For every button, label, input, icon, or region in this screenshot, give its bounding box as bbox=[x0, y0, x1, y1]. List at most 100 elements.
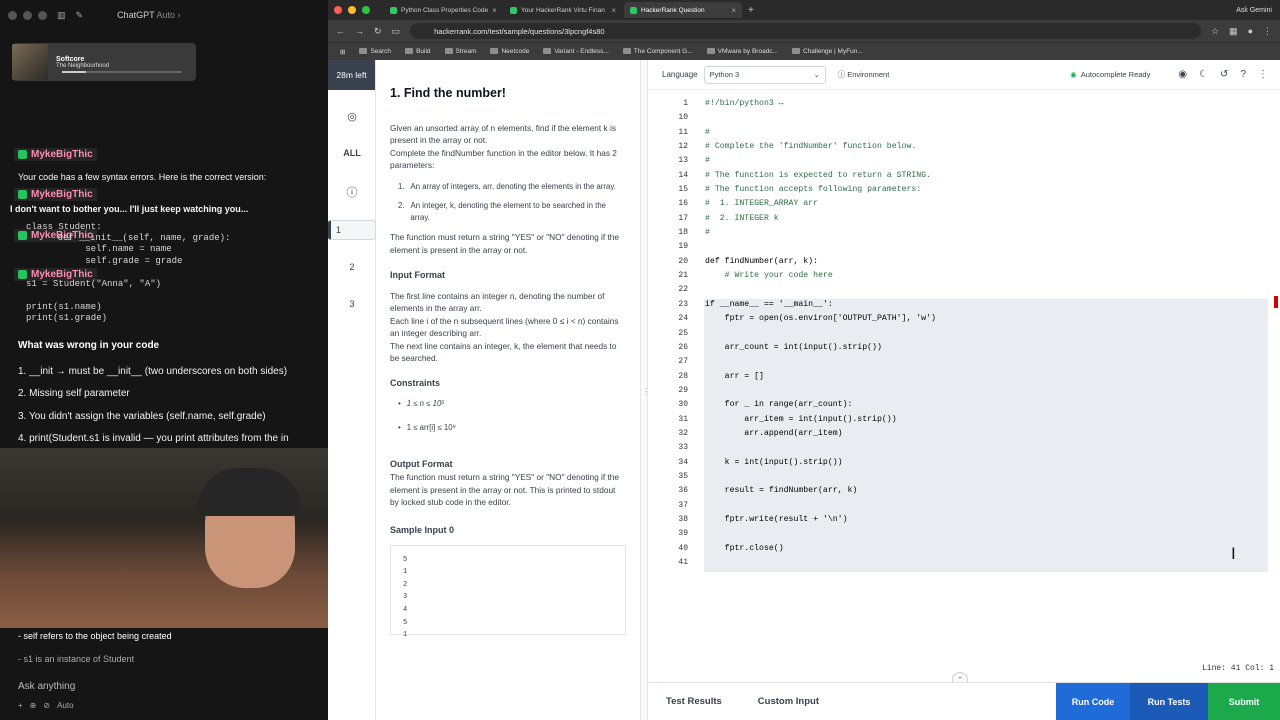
code-line[interactable]: 27 bbox=[648, 356, 1280, 370]
chatgpt-title[interactable]: ChatGPT Auto › bbox=[117, 10, 180, 20]
more-icon[interactable]: ⋮ bbox=[1258, 69, 1268, 80]
sidebar-toggle-icon[interactable]: ▭ bbox=[392, 26, 401, 37]
bookmark-item[interactable]: Build bbox=[405, 48, 431, 55]
back-icon[interactable]: ← bbox=[336, 26, 345, 36]
eye-icon[interactable]: ◉ bbox=[1178, 69, 1187, 80]
reset-icon[interactable]: ↺ bbox=[1220, 69, 1228, 80]
browser-tab[interactable]: Your HackerRank Virtu Finan × bbox=[504, 2, 622, 18]
apps-icon[interactable]: ⊞ bbox=[340, 48, 345, 56]
code-area[interactable]: 1 #!/bin/python3 ↔ 10 11 #12 # Complete the '… bbox=[648, 98, 1280, 572]
code-line[interactable]: 37 bbox=[648, 500, 1280, 514]
bookmark-item[interactable]: Neetcode bbox=[490, 48, 529, 55]
code-line[interactable]: 18 # bbox=[648, 227, 1280, 241]
code-line[interactable]: 24 fptr = open(os.environ['OUTPUT_PATH']… bbox=[648, 313, 1280, 327]
code-line[interactable]: 14 # The function is expected to return a… bbox=[648, 170, 1280, 184]
code-line[interactable]: 36 result = findNumber(arr, k) bbox=[648, 485, 1280, 499]
minimize-window-icon[interactable] bbox=[348, 6, 356, 14]
question-1[interactable]: 1 bbox=[328, 220, 376, 240]
code-line[interactable]: 1 #!/bin/python3 ↔ bbox=[648, 98, 1280, 112]
ask-input[interactable]: Ask anything bbox=[18, 681, 75, 692]
question-3[interactable]: 3 bbox=[328, 299, 376, 309]
code-line[interactable]: 28 arr = [] bbox=[648, 371, 1280, 385]
model-select[interactable]: Auto bbox=[57, 701, 73, 710]
autocomplete-status[interactable]: ◉ Autocomplete Ready bbox=[1070, 70, 1150, 79]
code-line[interactable]: 13 # bbox=[648, 155, 1280, 169]
bookmark-item[interactable]: Search bbox=[359, 48, 391, 55]
close-tab-icon[interactable]: × bbox=[731, 6, 736, 15]
window-controls[interactable] bbox=[334, 6, 370, 14]
url-field[interactable]: hackerrank.com/test/sample/questions/3lp… bbox=[410, 23, 1201, 39]
code-line[interactable]: 20 def findNumber(arr, k): bbox=[648, 256, 1280, 270]
code-line[interactable]: 34 k = int(input().strip()) bbox=[648, 457, 1280, 471]
code-line[interactable]: 30 for _ in range(arr_count): bbox=[648, 399, 1280, 413]
code-line[interactable]: 33 bbox=[648, 442, 1280, 456]
globe-icon[interactable]: ⊕ bbox=[30, 701, 37, 710]
code-line[interactable]: 10 bbox=[648, 112, 1280, 126]
menu-icon[interactable]: ⋮ bbox=[1263, 26, 1272, 37]
environment-link[interactable]: ⓘ Environment bbox=[838, 69, 890, 80]
bookmark-item[interactable]: VMware by Broadc... bbox=[706, 48, 778, 55]
code-line[interactable]: 15 # The function accepts following param… bbox=[648, 184, 1280, 198]
browser-tab[interactable]: Python Class Properties Code × bbox=[384, 2, 502, 18]
run-tests-button[interactable]: Run Tests bbox=[1130, 683, 1208, 720]
help-icon[interactable]: ? bbox=[1240, 69, 1246, 80]
info-icon[interactable]: ⓘ bbox=[328, 184, 376, 200]
close-tab-icon[interactable]: × bbox=[611, 6, 616, 15]
run-code-button[interactable]: Run Code bbox=[1056, 683, 1130, 720]
now-playing-widget[interactable]: Softcore The Neighbourhood bbox=[12, 43, 196, 81]
close-tab-icon[interactable]: × bbox=[492, 6, 497, 15]
bookmark-star-icon[interactable]: ☆ bbox=[1211, 26, 1219, 37]
line-number: 28 bbox=[678, 371, 688, 381]
code-line[interactable]: 17 # 2. INTEGER k bbox=[648, 213, 1280, 227]
code-line[interactable]: 25 bbox=[648, 328, 1280, 342]
profile-icon[interactable]: ● bbox=[1248, 26, 1253, 36]
line-number: 12 bbox=[678, 142, 688, 152]
language-select[interactable]: Python 3 ⌄ bbox=[703, 65, 826, 84]
sidebar-icon[interactable]: ▥ bbox=[57, 10, 66, 21]
browser-tab-active[interactable]: HackerRank Question × bbox=[624, 2, 742, 18]
code-line[interactable]: 39 bbox=[648, 528, 1280, 542]
code-line[interactable]: 41 bbox=[648, 557, 1280, 571]
window-controls[interactable] bbox=[8, 10, 47, 20]
code-line[interactable]: 23 if __name__ == '__main__': bbox=[648, 299, 1280, 313]
bookmark-item[interactable]: Stream bbox=[444, 48, 476, 55]
compose-icon[interactable]: ✎ bbox=[76, 10, 84, 21]
code-line[interactable]: 35 bbox=[648, 471, 1280, 485]
theme-moon-icon[interactable]: ☾ bbox=[1199, 69, 1208, 80]
pane-resizer[interactable]: ⋮ bbox=[640, 60, 650, 720]
add-icon[interactable]: + bbox=[18, 701, 23, 710]
forward-icon[interactable]: → bbox=[355, 26, 364, 36]
code-line[interactable]: 40 fptr.close() bbox=[648, 543, 1280, 557]
ask-gemini-button[interactable]: Ask Gemini bbox=[1236, 7, 1272, 14]
code-line[interactable]: 21 # Write your code here bbox=[648, 270, 1280, 284]
code-line[interactable]: 19 bbox=[648, 241, 1280, 255]
compass-icon[interactable]: ◎ bbox=[328, 110, 376, 123]
tab-test-results[interactable]: Test Results bbox=[648, 683, 740, 720]
code-line[interactable]: 38 fptr.write(result + '\n') bbox=[648, 514, 1280, 528]
track-title: Softcore bbox=[56, 55, 85, 63]
code-line[interactable]: 31 arr_item = int(input().strip()) bbox=[648, 414, 1280, 428]
tab-custom-input[interactable]: Custom Input bbox=[740, 683, 837, 720]
playback-progress[interactable] bbox=[62, 71, 182, 73]
question-filter-all[interactable]: ALL bbox=[328, 148, 376, 158]
tools-icon[interactable]: ⊘ bbox=[43, 701, 50, 710]
submit-button[interactable]: Submit bbox=[1208, 683, 1280, 720]
new-tab-icon[interactable]: + bbox=[748, 5, 754, 16]
extensions-icon[interactable]: ▦ bbox=[1229, 26, 1238, 37]
reload-icon[interactable]: ↻ bbox=[374, 26, 382, 37]
bookmark-item[interactable]: Variant - Endless... bbox=[543, 48, 609, 55]
problem-intro: Given an unsorted array of n elements, f… bbox=[390, 123, 616, 146]
question-2[interactable]: 2 bbox=[328, 262, 376, 272]
code-line[interactable]: 26 arr_count = int(input().strip()) bbox=[648, 342, 1280, 356]
code-line[interactable]: 32 arr.append(arr_item) bbox=[648, 428, 1280, 442]
code-line[interactable]: 29 bbox=[648, 385, 1280, 399]
bookmark-item[interactable]: Challenge | MyFun... bbox=[791, 48, 863, 55]
code-line[interactable]: 11 # bbox=[648, 127, 1280, 141]
bookmark-item[interactable]: The Component G... bbox=[622, 48, 693, 55]
answer-point: 4. print(Student.s1 is invalid — you pri… bbox=[18, 433, 289, 444]
close-window-icon[interactable] bbox=[334, 6, 342, 14]
code-line[interactable]: 22 bbox=[648, 284, 1280, 298]
maximize-window-icon[interactable] bbox=[362, 6, 370, 14]
code-line[interactable]: 12 # Complete the 'findNumber' function b… bbox=[648, 141, 1280, 155]
code-line[interactable]: 16 # 1. INTEGER_ARRAY arr bbox=[648, 198, 1280, 212]
